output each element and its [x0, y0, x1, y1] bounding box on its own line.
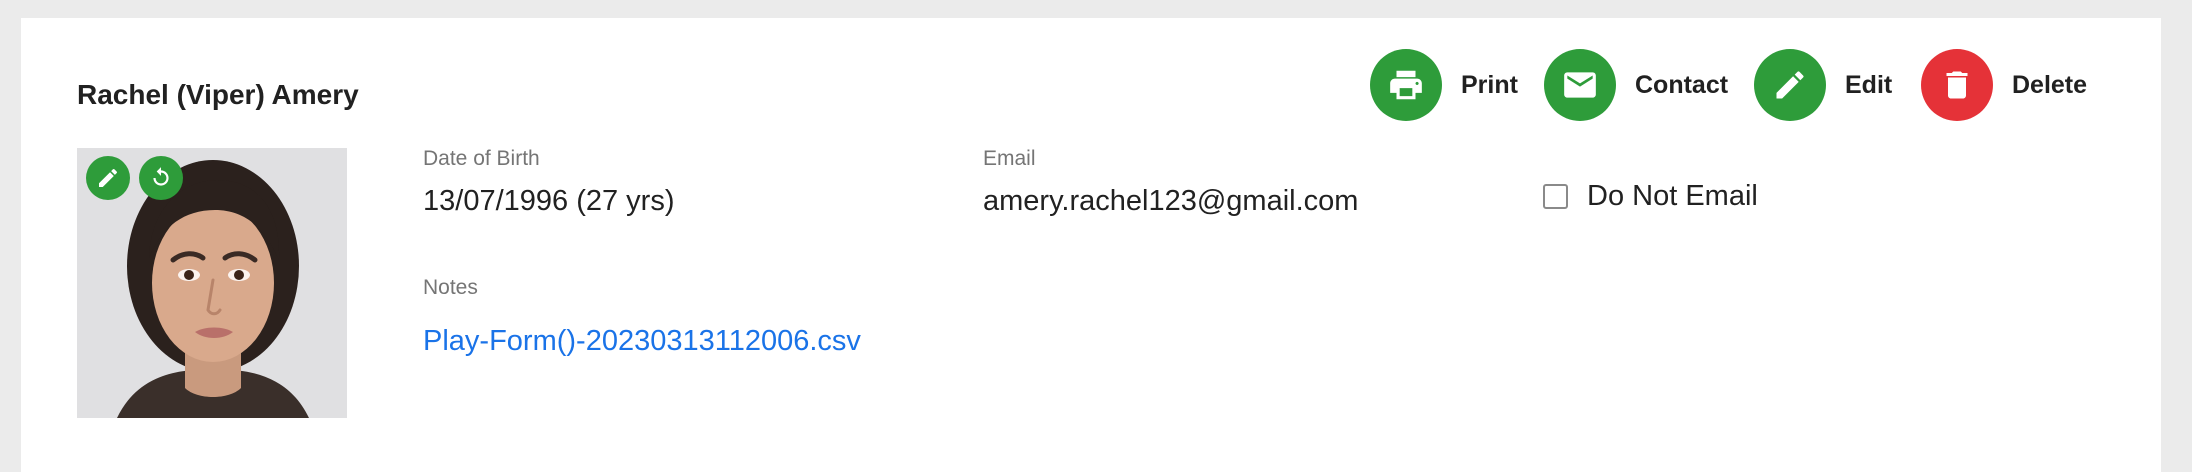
dob-value: 13/07/1996 (27 yrs) [423, 185, 675, 217]
notes-file-link[interactable]: Play-Form()-20230313112006.csv [423, 325, 861, 358]
edit-button-circle [1754, 49, 1826, 121]
dob-label: Date of Birth [423, 147, 540, 170]
email-label: Email [983, 147, 1036, 170]
notes-label: Notes [423, 276, 478, 299]
print-button-circle [1370, 49, 1442, 121]
contact-label: Contact [1635, 70, 1729, 99]
contact-name: Rachel (Viper) Amery [77, 79, 359, 110]
trash-icon [1946, 71, 1968, 99]
photo-edit-button[interactable] [86, 156, 130, 200]
pencil-icon [1776, 71, 1804, 99]
delete-button-circle [1921, 49, 1993, 121]
print-button[interactable]: Print [1370, 49, 1518, 121]
email-value: amery.rachel123@gmail.com [983, 185, 1359, 217]
contact-button-circle [1544, 49, 1616, 121]
do-not-email-label: Do Not Email [1587, 180, 1758, 212]
photo-rotate-button[interactable] [139, 156, 183, 200]
pencil-icon [99, 168, 118, 187]
do-not-email-checkbox[interactable] [1543, 184, 1568, 209]
print-label: Print [1461, 70, 1518, 99]
edit-label: Edit [1845, 70, 1893, 99]
contact-button[interactable]: Contact [1544, 49, 1728, 121]
do-not-email-option[interactable]: Do Not Email [1543, 180, 1758, 213]
printer-icon [1390, 70, 1422, 100]
edit-button[interactable]: Edit [1754, 49, 1892, 121]
contact-card: Rachel (Viper) Amery Print Contact Edit … [21, 18, 2161, 472]
profile-photo [77, 148, 347, 418]
delete-label: Delete [2012, 70, 2088, 99]
delete-button[interactable]: Delete [1921, 49, 2087, 121]
envelope-icon [1564, 72, 1596, 98]
rotate-icon [153, 167, 169, 186]
